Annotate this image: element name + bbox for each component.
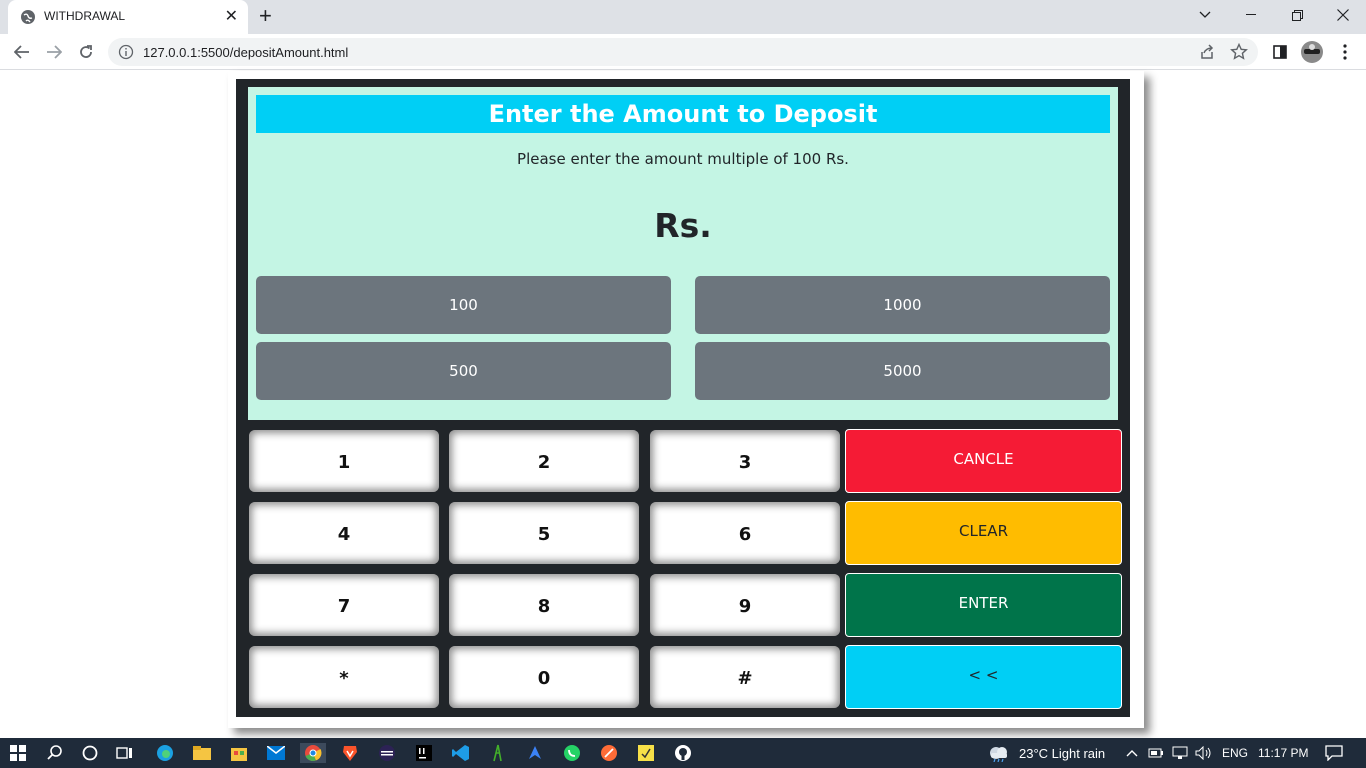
- keypad-key[interactable]: #: [650, 646, 840, 708]
- keypad-key[interactable]: 0: [449, 646, 639, 708]
- vscode-icon[interactable]: [451, 743, 471, 763]
- app-arrow-icon[interactable]: [525, 743, 545, 763]
- keypad-key[interactable]: 3: [650, 430, 840, 492]
- bookmark-star-icon[interactable]: [1230, 43, 1248, 61]
- keypad-key[interactable]: 2: [449, 430, 639, 492]
- quick-amount-button[interactable]: 1000: [695, 276, 1110, 334]
- profile-avatar[interactable]: [1301, 41, 1323, 63]
- browser-tab[interactable]: WITHDRAWAL ✕: [8, 0, 248, 34]
- instruction-text: Please enter the amount multiple of 100 …: [517, 150, 849, 168]
- back-arrow-icon[interactable]: [10, 40, 34, 64]
- brave-icon[interactable]: [340, 743, 360, 763]
- backspace-button[interactable]: < <: [845, 645, 1122, 709]
- clear-button[interactable]: CLEAR: [845, 501, 1122, 565]
- volume-icon[interactable]: [1194, 743, 1214, 763]
- store-icon[interactable]: [229, 743, 249, 763]
- keypad-key[interactable]: 4: [249, 502, 439, 564]
- search-icon[interactable]: [45, 743, 65, 763]
- edge-icon[interactable]: [155, 743, 175, 763]
- battery-icon[interactable]: [1146, 743, 1166, 763]
- url-text: 127.0.0.1:5500/depositAmount.html: [143, 45, 349, 60]
- clock-time[interactable]: 11:17 PM: [1258, 746, 1308, 760]
- network-icon[interactable]: [1170, 743, 1190, 763]
- eclipse-icon[interactable]: [377, 743, 397, 763]
- weather-text[interactable]: 23°C Light rain: [1019, 746, 1105, 761]
- github-icon[interactable]: [673, 743, 693, 763]
- keypad-key[interactable]: 1: [249, 430, 439, 492]
- restore-icon[interactable]: [1274, 0, 1320, 30]
- reload-icon[interactable]: [74, 40, 98, 64]
- mail-icon[interactable]: [266, 743, 286, 763]
- forward-arrow-icon[interactable]: [42, 40, 66, 64]
- cancel-button[interactable]: CANCLE: [845, 429, 1122, 493]
- postman-icon[interactable]: [599, 743, 619, 763]
- share-icon[interactable]: [1198, 43, 1216, 61]
- file-explorer-icon[interactable]: [192, 743, 212, 763]
- cortana-icon[interactable]: [80, 743, 100, 763]
- keypad-key[interactable]: 9: [650, 574, 840, 636]
- amount-display: Rs.: [654, 206, 712, 245]
- side-panel-icon[interactable]: [1270, 42, 1290, 62]
- keypad-key[interactable]: *: [249, 646, 439, 708]
- close-window-icon[interactable]: [1320, 0, 1366, 30]
- keypad-key[interactable]: 5: [449, 502, 639, 564]
- weather-cloud-icon: [986, 743, 1012, 763]
- keypad-key[interactable]: 8: [449, 574, 639, 636]
- windows-taskbar: 23°C Light rain ENG 11:17 PM: [0, 738, 1366, 768]
- task-view-icon[interactable]: [115, 743, 135, 763]
- menu-kebab-icon[interactable]: [1335, 42, 1355, 62]
- close-tab-icon[interactable]: ✕: [225, 7, 238, 25]
- new-tab-button[interactable]: +: [259, 5, 272, 27]
- keypad-key[interactable]: 7: [249, 574, 439, 636]
- language-indicator[interactable]: ENG: [1222, 746, 1248, 760]
- anaconda-icon[interactable]: [488, 743, 508, 763]
- minimize-icon[interactable]: [1228, 0, 1274, 30]
- quick-amount-button[interactable]: 5000: [695, 342, 1110, 400]
- tab-search-icon[interactable]: [1182, 0, 1228, 30]
- browser-toolbar: 127.0.0.1:5500/depositAmount.html: [0, 34, 1366, 70]
- tab-title: WITHDRAWAL: [44, 9, 126, 23]
- browser-tab-strip: WITHDRAWAL ✕ +: [0, 0, 1366, 34]
- windows-start-icon[interactable]: [8, 743, 28, 763]
- address-bar[interactable]: 127.0.0.1:5500/depositAmount.html: [108, 38, 1258, 66]
- quick-amount-button[interactable]: 500: [256, 342, 671, 400]
- keypad-key[interactable]: 6: [650, 502, 840, 564]
- info-icon[interactable]: [118, 44, 134, 60]
- chevron-up-icon[interactable]: [1122, 743, 1142, 763]
- page-title: Enter the Amount to Deposit: [256, 95, 1110, 133]
- notification-icon[interactable]: [1324, 743, 1344, 763]
- intellij-icon[interactable]: [414, 743, 434, 763]
- globe-icon: [21, 10, 35, 24]
- whatsapp-icon[interactable]: [562, 743, 582, 763]
- sticky-notes-icon[interactable]: [636, 743, 656, 763]
- chrome-icon[interactable]: [300, 743, 326, 763]
- enter-button[interactable]: ENTER: [845, 573, 1122, 637]
- quick-amount-button[interactable]: 100: [256, 276, 671, 334]
